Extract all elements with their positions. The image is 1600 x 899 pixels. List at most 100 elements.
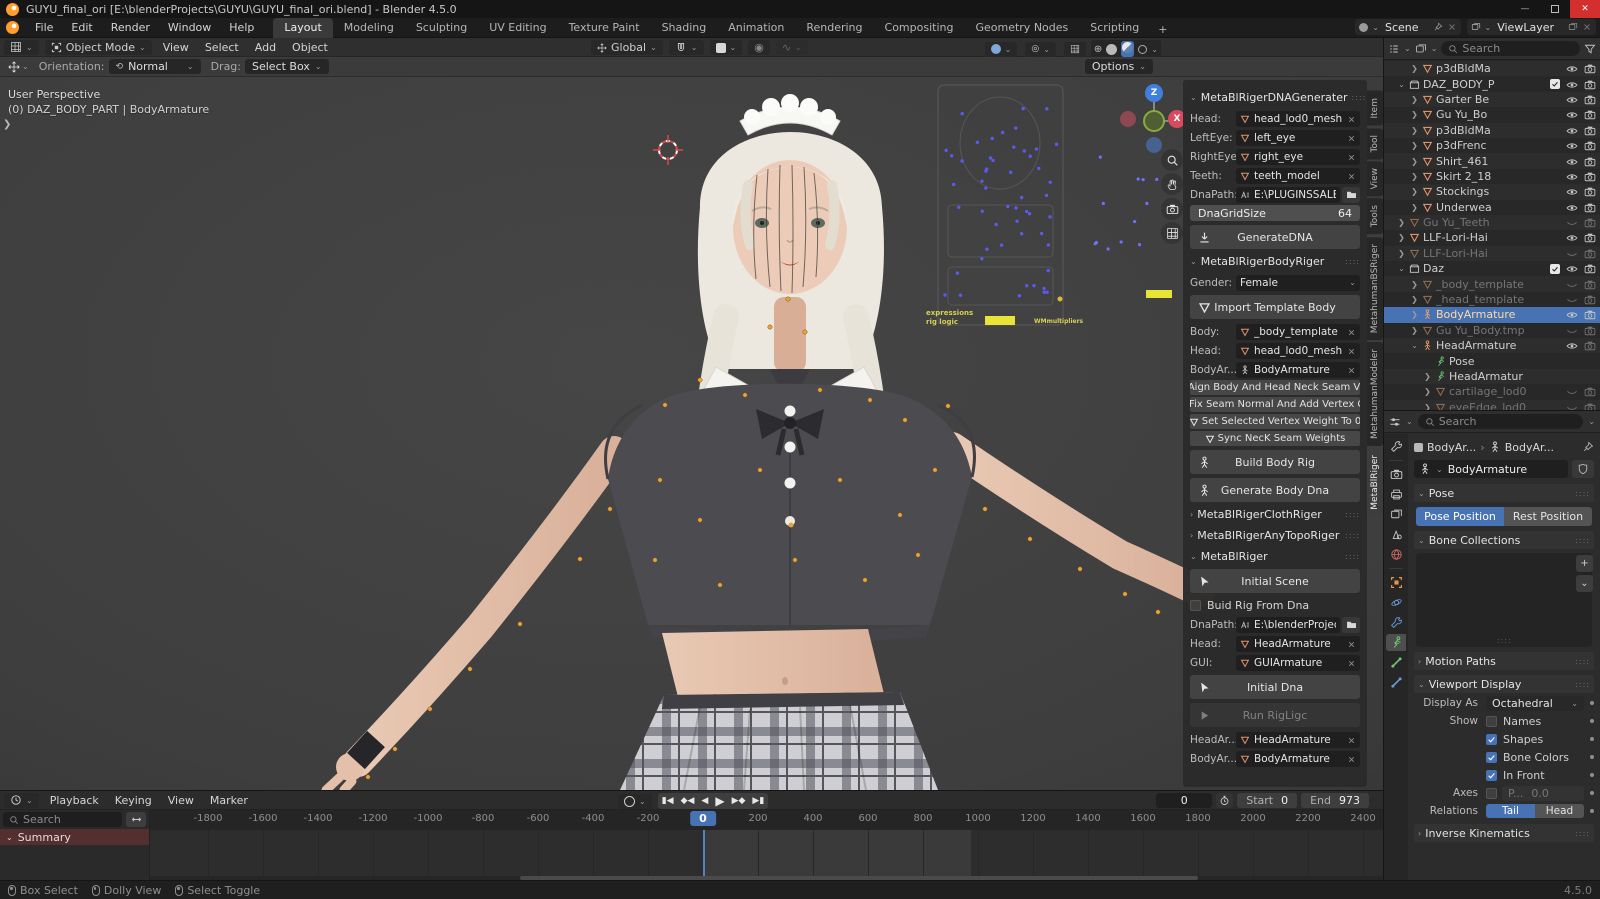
checkbox-shapes[interactable] (1486, 733, 1497, 745)
menu-render[interactable]: Render (102, 18, 159, 38)
outliner-row-skirt-2-18[interactable]: ❯ Skirt 2_18 (1384, 169, 1600, 184)
eye-open-icon[interactable] (1566, 231, 1578, 244)
dna-path-field-value[interactable]: E:\PLUGINSSALE\M... (1236, 186, 1340, 203)
use-preview-range-button[interactable] (1216, 793, 1234, 808)
open-folder-button[interactable] (1342, 616, 1360, 633)
timeline-menu-playback[interactable]: Playback (42, 794, 107, 807)
eye-open-icon[interactable] (1566, 262, 1578, 275)
workspace-tab-layout[interactable]: Layout (273, 17, 333, 38)
viewlayer-selector[interactable]: ⌄ ViewLayer (1466, 19, 1596, 35)
workspace-tab-texture-paint[interactable]: Texture Paint (558, 18, 651, 38)
menu-file[interactable]: File (26, 18, 62, 38)
eye-open-icon[interactable] (1566, 201, 1578, 214)
clear-icon[interactable] (1347, 131, 1356, 144)
dna-field-head-value[interactable]: head_lod0_mesh (1236, 110, 1360, 127)
camera-visibility-icon[interactable] (1584, 385, 1596, 398)
gender-dropdown[interactable]: Female ⌄ (1236, 274, 1360, 291)
auto-keying-button[interactable]: ⌄ (618, 793, 652, 809)
shading-dropdown[interactable]: ⌄ (1151, 45, 1158, 54)
frame-start-field[interactable]: Start 0 (1237, 793, 1298, 808)
toolbar-expand-arrow[interactable]: ❯ (3, 119, 11, 130)
properties-editor-icon[interactable] (1389, 416, 1401, 428)
camera-visibility-icon[interactable] (1584, 78, 1596, 91)
play-button[interactable]: ▶ (715, 794, 724, 808)
workspace-tab-geometry-nodes[interactable]: Geometry Nodes (964, 18, 1079, 38)
prev-keyframe-button[interactable]: ◆◀ (681, 796, 695, 806)
xray-toggle[interactable] (1063, 41, 1086, 57)
sidebar-tab-view[interactable]: View (1367, 160, 1383, 197)
clear-icon[interactable] (1347, 169, 1356, 182)
camera-visibility-icon[interactable] (1584, 93, 1596, 106)
shading-material-icon[interactable] (1121, 41, 1135, 57)
riger-field-head-value[interactable]: HeadArmature (1236, 635, 1360, 652)
breadcrumb-data[interactable]: BodyAr... (1505, 441, 1554, 454)
playhead-frame-badge[interactable]: 0 (690, 811, 716, 826)
clear-icon[interactable] (1347, 637, 1356, 650)
sidebar-tab-tools[interactable]: Tools (1367, 198, 1383, 235)
outliner-row-garter-be[interactable]: ❯ Garter Be (1384, 92, 1600, 107)
close-button[interactable]: ✕ (1570, 0, 1600, 18)
clear-icon[interactable] (1347, 656, 1356, 669)
initial-dna-button[interactable]: Initial Dna (1190, 675, 1360, 699)
timeline-search-input[interactable]: Search (3, 812, 122, 827)
outliner-row--head-template[interactable]: ❯ _head_template (1384, 292, 1600, 307)
viewport-display-header[interactable]: ⌄ Viewport Display:::: (1414, 675, 1594, 693)
current-frame-field[interactable]: 0 (1156, 793, 1213, 808)
eye-closed-icon[interactable] (1566, 247, 1578, 260)
scene-selector[interactable]: ⌄ Scene (1355, 19, 1461, 35)
eye-open-icon[interactable] (1566, 339, 1578, 352)
inverse-kinematics-header[interactable]: › Inverse Kinematics:::: (1414, 824, 1594, 842)
pin-icon[interactable] (1433, 22, 1443, 32)
camera-visibility-icon[interactable] (1584, 293, 1596, 306)
editor-type-button[interactable]: ⌄ (4, 39, 39, 55)
display-as-dropdown[interactable]: Octahedral ⌄ (1486, 695, 1584, 711)
clear-icon[interactable] (1347, 733, 1356, 746)
eye-open-icon[interactable] (1566, 93, 1578, 106)
properties-tab-constraints[interactable] (1386, 614, 1406, 631)
properties-tab-scene[interactable] (1386, 526, 1406, 543)
proportional-falloff-dropdown[interactable]: ◉ (748, 40, 770, 55)
breadcrumb-object[interactable]: BodyAr... (1427, 441, 1476, 454)
relations-head-button[interactable]: Head (1535, 804, 1584, 818)
next-keyframe-button[interactable]: ▶◆ (732, 796, 746, 806)
generate-dna-button[interactable]: GenerateDNA (1190, 225, 1360, 249)
falloff-curve-dropdown[interactable]: ∿ ⌄ (775, 40, 808, 55)
eye-closed-icon[interactable] (1566, 401, 1578, 410)
pose-position-button[interactable]: Pose Position (1416, 507, 1504, 526)
prev-frame-button[interactable]: ◀ (701, 796, 708, 806)
bone-collections-list[interactable]: + ⌄ :::: (1416, 553, 1593, 647)
checkbox-names[interactable] (1486, 715, 1497, 727)
camera-visibility-icon[interactable] (1584, 262, 1596, 275)
clear-icon[interactable] (1347, 344, 1356, 357)
frame-end-field[interactable]: End 973 (1301, 793, 1369, 808)
clear-icon[interactable] (1347, 752, 1356, 765)
outliner-row-llf-lori-hai[interactable]: ❯ LLF-Lori-Hai (1384, 246, 1600, 261)
eye-closed-icon[interactable] (1566, 324, 1578, 337)
panel-dna-generator[interactable]: ⌄ MetaBlRigerDNAGenerater:::: (1190, 89, 1365, 106)
riger-dna-path-field-value[interactable]: E:\blenderProjects\... (1236, 616, 1340, 633)
timeline-editor-type-button[interactable]: ⌄ (4, 792, 39, 808)
collection-menu-button[interactable]: ⌄ (1576, 575, 1593, 592)
properties-tab-tool[interactable] (1386, 438, 1406, 455)
properties-options-icon[interactable]: ⌄ (1588, 417, 1595, 426)
properties-tab-world[interactable] (1386, 546, 1406, 563)
shading-wireframe-icon[interactable]: ⊕ (1094, 44, 1102, 55)
clear-icon[interactable] (1347, 363, 1356, 376)
build-rig-from-dna-checkbox[interactable] (1190, 600, 1201, 611)
eye-open-icon[interactable] (1566, 308, 1578, 321)
riger-field-headar-value[interactable]: HeadArmature (1236, 731, 1360, 748)
rest-position-button[interactable]: Rest Position (1504, 507, 1592, 526)
dna-grid-size-slider[interactable]: DnaGridSize 64 (1190, 205, 1360, 221)
timeline-menu-view[interactable]: View (160, 794, 202, 807)
panel-metablriger[interactable]: ⌄ MetaBlRiger:::: (1190, 548, 1360, 565)
eye-open-icon[interactable] (1566, 170, 1578, 183)
display-mode-icon[interactable] (1388, 43, 1400, 55)
menu-window[interactable]: Window (159, 18, 220, 38)
minimize-button[interactable]: — (1510, 0, 1540, 18)
outliner-row-llf-lori-hai[interactable]: ❯ LLF-Lori-Hai (1384, 230, 1600, 245)
body-field-head-value[interactable]: head_lod0_mesh (1236, 342, 1360, 359)
eye-closed-icon[interactable] (1566, 278, 1578, 291)
workspace-tab-sculpting[interactable]: Sculpting (405, 18, 478, 38)
outliner-row-p3dbldma[interactable]: ❯ p3dBldMa (1384, 61, 1600, 76)
outliner-row-daz[interactable]: ⌄ Daz (1384, 261, 1600, 276)
